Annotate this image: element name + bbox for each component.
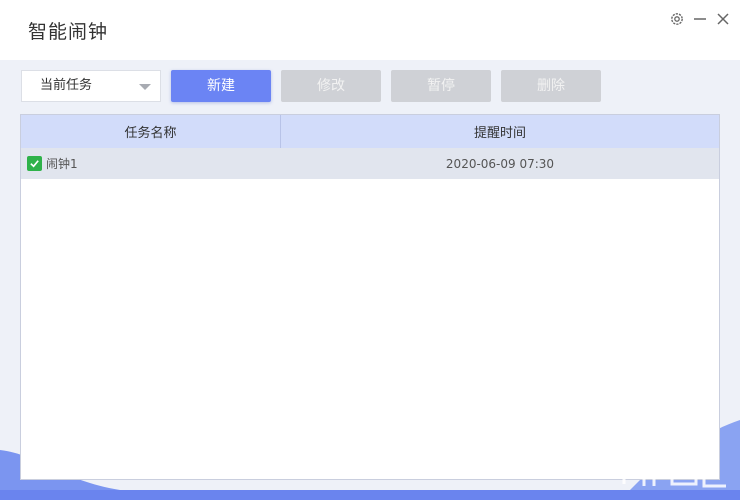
close-button[interactable] [712,8,734,30]
table-header: 任务名称 提醒时间 [21,115,719,148]
delete-button[interactable]: 删除 [501,70,601,102]
task-name: 闹钟1 [46,157,78,171]
settings-button[interactable] [666,8,688,30]
column-header-reminder-time[interactable]: 提醒时间 [281,115,719,148]
close-icon [717,13,729,25]
check-icon [30,160,39,168]
table-row[interactable]: 闹钟1 2020-06-09 07:30 [21,148,719,179]
task-table: 任务名称 提醒时间 闹钟1 2020-06-09 07:30 [20,114,720,480]
title-bar: 智能闹钟 [0,0,740,60]
app-title: 智能闹钟 [28,21,109,43]
task-filter-select[interactable]: 当前任务 [21,70,161,102]
toolbar: 当前任务 新建 修改 暂停 删除 [0,60,740,112]
column-header-task-name[interactable]: 任务名称 [21,115,281,148]
pause-button[interactable]: 暂停 [391,70,491,102]
task-enabled-checkbox[interactable] [27,156,42,171]
minimize-icon [694,18,706,20]
edit-button[interactable]: 修改 [281,70,381,102]
gear-icon [671,13,683,25]
reminder-time-cell: 2020-06-09 07:30 [445,156,555,171]
task-name-cell: 闹钟1 [21,148,281,179]
task-filter-value: 当前任务 [40,78,93,93]
chevron-down-icon [139,84,151,90]
new-button[interactable]: 新建 [171,70,271,102]
watermark-logo [612,446,726,488]
minimize-button[interactable] [689,8,711,30]
